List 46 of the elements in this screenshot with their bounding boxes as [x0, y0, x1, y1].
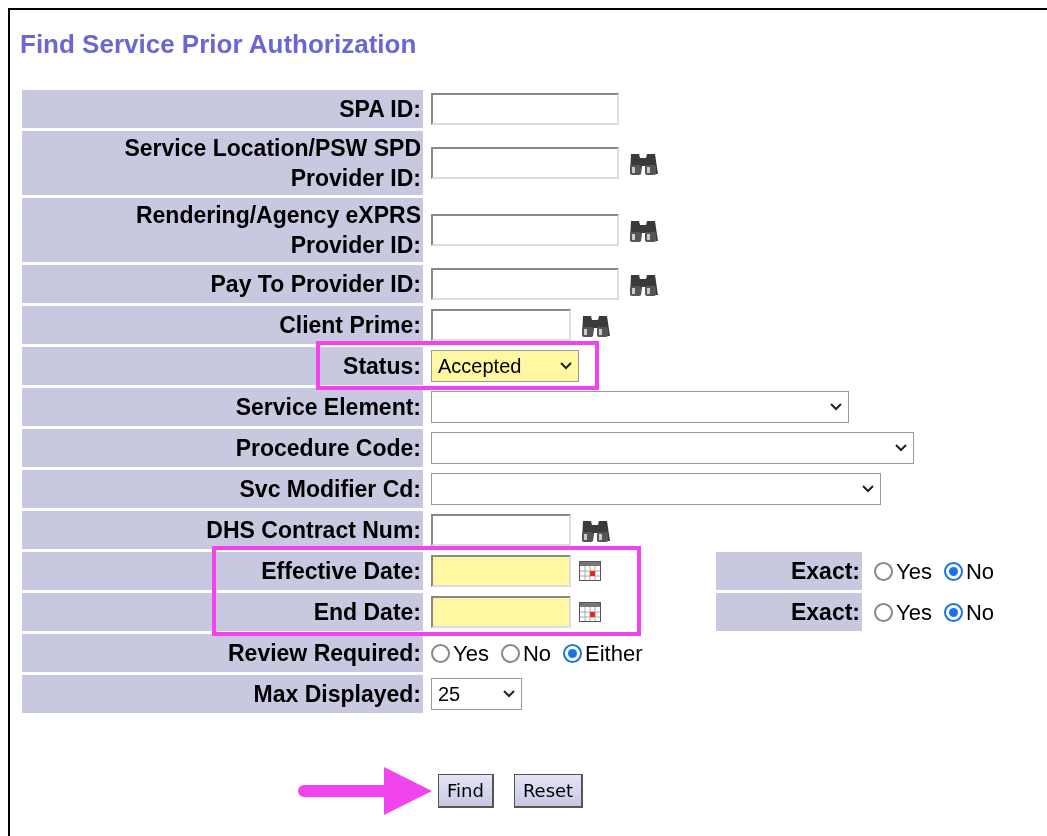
calendar-icon[interactable]	[579, 602, 601, 622]
field-label: Client Prime:	[22, 306, 423, 344]
radio-option[interactable]: Yes	[431, 636, 489, 670]
dropdown[interactable]	[431, 391, 849, 423]
field-label: Procedure Code:	[22, 429, 423, 467]
field-label: End Date:	[22, 593, 423, 631]
calendar-icon[interactable]	[579, 561, 601, 581]
field-label: Status:	[22, 347, 423, 385]
reset-button[interactable]: Reset	[513, 774, 584, 808]
date-field[interactable]	[431, 555, 571, 587]
chevron-icon	[503, 690, 515, 698]
input-field[interactable]	[431, 309, 571, 341]
chevron-icon	[862, 485, 874, 493]
radio-option[interactable]: No	[943, 554, 994, 588]
field-label: Effective Date:	[22, 552, 423, 590]
field-label: Pay To Provider ID:	[22, 265, 423, 303]
radio-option[interactable]: Either	[563, 636, 643, 670]
page-title: Find Service Prior Authorization	[20, 28, 418, 60]
dropdown[interactable]	[431, 473, 881, 505]
field-label: Review Required:	[22, 634, 423, 672]
field-label: Svc Modifier Cd:	[22, 470, 423, 508]
chevron-icon	[830, 403, 842, 411]
radio-option[interactable]: Yes	[874, 554, 932, 588]
field-label: Exact:	[716, 593, 862, 631]
field-label: Service Location/PSW SPD Provider ID:	[22, 131, 423, 195]
chevron-icon	[895, 444, 907, 452]
radio-option[interactable]: No	[943, 595, 994, 629]
input-field[interactable]	[431, 514, 571, 546]
radio-option[interactable]: No	[500, 636, 551, 670]
dropdown[interactable]: Accepted	[431, 350, 579, 382]
field-label: DHS Contract Num:	[22, 511, 423, 549]
field-label: Max Displayed:	[22, 675, 423, 713]
find-button[interactable]: Find	[438, 774, 494, 808]
field-label: SPA ID:	[22, 90, 423, 128]
input-field[interactable]	[431, 268, 619, 300]
dropdown[interactable]: 25	[431, 678, 522, 710]
field-label: Rendering/Agency eXPRS Provider ID:	[22, 198, 423, 262]
field-label: Exact:	[716, 552, 862, 590]
chevron-icon	[560, 362, 572, 370]
dropdown[interactable]	[431, 432, 914, 464]
radio-option[interactable]: Yes	[874, 595, 932, 629]
field-label: Service Element:	[22, 388, 423, 426]
input-field[interactable]	[431, 93, 619, 125]
input-field[interactable]	[431, 147, 619, 179]
input-field[interactable]	[431, 214, 619, 246]
date-field[interactable]	[431, 596, 571, 628]
